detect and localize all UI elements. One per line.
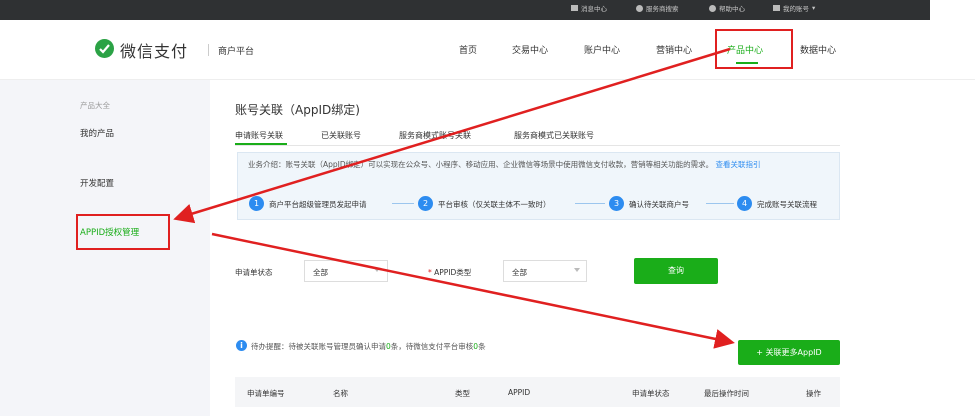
- annotation-arrows: [173, 47, 735, 349]
- annotation-arrow-to-add-button: [211, 232, 735, 349]
- annotation-arrow-to-sidebar: [173, 47, 731, 224]
